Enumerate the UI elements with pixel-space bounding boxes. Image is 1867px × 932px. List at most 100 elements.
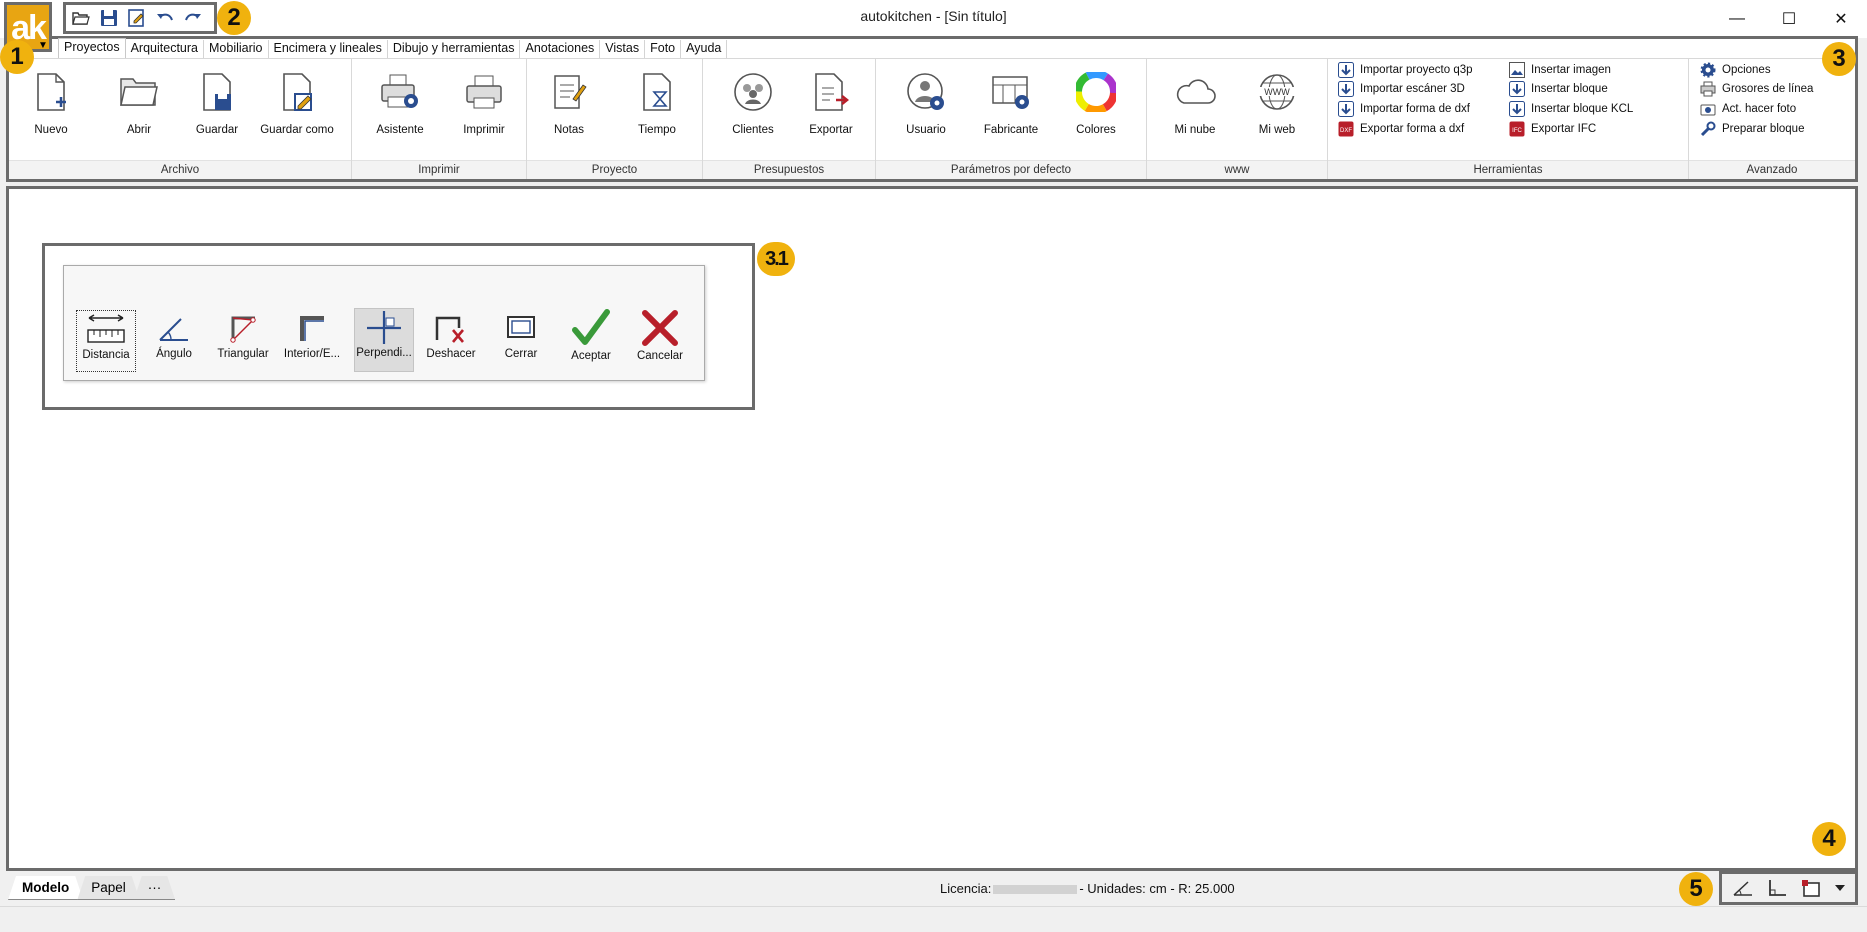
corner-icon xyxy=(282,310,342,346)
exportar-label: Exportar xyxy=(809,124,853,136)
usuario-label: Usuario xyxy=(906,124,946,136)
triangulate-icon xyxy=(213,310,273,346)
angulo-button[interactable]: Ángulo xyxy=(144,310,204,372)
save-icon[interactable] xyxy=(98,7,120,29)
snap-dropdown-icon[interactable] xyxy=(1833,876,1847,900)
grosores-button[interactable]: Grosores de línea xyxy=(1699,79,1813,99)
download-icon xyxy=(1337,100,1355,118)
cancel-x-icon xyxy=(630,308,690,348)
tab-ayuda[interactable]: Ayuda xyxy=(681,40,728,58)
group-label-parametros: Parámetros por defecto xyxy=(876,160,1146,179)
cerrar-button[interactable]: Cerrar xyxy=(491,310,551,372)
title-bar: autokitchen - [Sin título] — ☐ ✕ xyxy=(0,0,1867,38)
group-avanzado: Opciones Grosores de línea Act. hacer fo… xyxy=(1689,59,1855,179)
minimize-button[interactable]: — xyxy=(1711,0,1763,38)
insertar-imagen-button[interactable]: Insertar imagen xyxy=(1508,60,1611,80)
perpendicular-button[interactable]: Perpendi... xyxy=(354,308,414,372)
group-label-archivo: Archivo xyxy=(9,160,351,179)
nuevo-button[interactable]: Nuevo xyxy=(11,67,91,147)
guardar-como-button[interactable]: Guardar como xyxy=(257,67,337,147)
importar-escaner-label: Importar escáner 3D xyxy=(1360,83,1465,95)
sheet-tab-modelo[interactable]: Modelo xyxy=(8,876,83,900)
abrir-button[interactable]: Abrir xyxy=(99,67,179,147)
sheet-tab-more[interactable]: ··· xyxy=(134,876,176,900)
ruler-icon xyxy=(77,311,135,347)
download-icon xyxy=(1337,80,1355,98)
preparar-bloque-button[interactable]: Preparar bloque xyxy=(1699,119,1804,139)
group-imprimir: Asistente Imprimir Imprimir xyxy=(352,59,527,179)
svg-text:WWW: WWW xyxy=(1264,87,1290,97)
save-as-icon[interactable] xyxy=(126,7,148,29)
colores-button[interactable]: Colores xyxy=(1056,67,1136,147)
notas-button[interactable]: Notas xyxy=(529,67,609,147)
group-archivo: Nuevo Abrir Guardar Guardar como Archivo xyxy=(9,59,352,179)
distancia-label: Distancia xyxy=(82,349,130,361)
distancia-button[interactable]: Distancia xyxy=(76,310,136,372)
close-button[interactable]: ✕ xyxy=(1815,0,1867,38)
interior-exterior-button[interactable]: Interior/E... xyxy=(282,310,342,372)
mi-nube-button[interactable]: Mi nube xyxy=(1155,67,1235,147)
tab-proyectos[interactable]: Proyectos xyxy=(58,38,126,58)
grosores-label: Grosores de línea xyxy=(1722,83,1814,95)
importar-q3p-button[interactable]: Importar proyecto q3p xyxy=(1337,60,1473,80)
sheet-tab-papel[interactable]: Papel xyxy=(77,876,140,900)
angle-snap-icon[interactable] xyxy=(1730,876,1756,900)
close-shape-icon xyxy=(491,310,551,346)
tab-anotaciones[interactable]: Anotaciones xyxy=(520,40,601,58)
tab-mobiliario[interactable]: Mobiliario xyxy=(204,40,269,58)
triangular-label: Triangular xyxy=(217,348,269,360)
group-proyecto: Notas Tiempo Proyecto xyxy=(527,59,703,179)
aceptar-button[interactable]: Aceptar xyxy=(561,308,621,374)
exportar-dxf-button[interactable]: DXF Exportar forma a dxf xyxy=(1337,119,1464,139)
exportar-button[interactable]: Exportar xyxy=(791,67,871,147)
new-file-icon xyxy=(11,67,91,117)
tab-vistas[interactable]: Vistas xyxy=(600,40,646,58)
object-snap-icon[interactable] xyxy=(1799,876,1825,900)
redo-icon[interactable] xyxy=(182,7,204,29)
asistente-button[interactable]: Asistente xyxy=(360,67,440,147)
maximize-button[interactable]: ☐ xyxy=(1763,0,1815,38)
exportar-ifc-button[interactable]: IFC Exportar IFC xyxy=(1508,119,1596,139)
fabricante-label: Fabricante xyxy=(983,124,1039,136)
insertar-bloque-kcl-button[interactable]: Insertar bloque KCL xyxy=(1508,99,1633,119)
tab-encimera[interactable]: Encimera y lineales xyxy=(269,40,388,58)
hacer-foto-button[interactable]: Act. hacer foto xyxy=(1699,99,1796,119)
svg-text:IFC: IFC xyxy=(1512,128,1522,134)
tab-dibujo[interactable]: Dibujo y herramientas xyxy=(388,40,521,58)
mi-web-button[interactable]: WWW Mi web xyxy=(1237,67,1317,147)
importar-dxf-button[interactable]: Importar forma de dxf xyxy=(1337,99,1470,119)
app-menu-dropdown-icon[interactable]: ▼ xyxy=(38,40,48,51)
ortho-snap-icon[interactable] xyxy=(1764,876,1790,900)
notes-icon xyxy=(529,67,609,117)
tiempo-label: Tiempo xyxy=(638,124,676,136)
license-redacted xyxy=(993,885,1078,895)
download-icon xyxy=(1508,80,1526,98)
tab-arquitectura[interactable]: Arquitectura xyxy=(126,40,204,58)
tiempo-button[interactable]: Tiempo xyxy=(617,67,697,147)
insertar-bloque-button[interactable]: Insertar bloque xyxy=(1508,79,1608,99)
imprimir-button[interactable]: Imprimir xyxy=(444,67,524,147)
undo-icon[interactable] xyxy=(154,7,176,29)
triangular-button[interactable]: Triangular xyxy=(213,310,273,372)
cancelar-button[interactable]: Cancelar xyxy=(630,308,690,374)
guardar-button[interactable]: Guardar xyxy=(177,67,257,147)
measure-tool-palette: Distancia Ángulo Triangular Interior/E..… xyxy=(63,265,705,381)
deshacer-button[interactable]: Deshacer xyxy=(421,310,481,372)
clientes-label: Clientes xyxy=(732,124,774,136)
save-as-file-icon xyxy=(257,67,337,117)
open-icon[interactable] xyxy=(70,7,92,29)
usuario-button[interactable]: Usuario xyxy=(886,67,966,147)
manufacturer-icon xyxy=(971,67,1051,117)
asistente-label: Asistente xyxy=(376,124,424,136)
globe-icon: WWW xyxy=(1237,67,1317,117)
tab-foto[interactable]: Foto xyxy=(645,40,682,58)
window-controls: — ☐ ✕ xyxy=(1711,0,1867,38)
fabricante-button[interactable]: Fabricante xyxy=(971,67,1051,147)
hacer-foto-label: Act. hacer foto xyxy=(1722,103,1797,115)
image-icon xyxy=(1508,61,1526,79)
printer-icon xyxy=(1699,80,1717,98)
importar-escaner-button[interactable]: Importar escáner 3D xyxy=(1337,79,1465,99)
group-label-proyecto: Proyecto xyxy=(527,160,702,179)
clientes-button[interactable]: Clientes xyxy=(713,67,793,147)
opciones-button[interactable]: Opciones xyxy=(1699,60,1771,80)
